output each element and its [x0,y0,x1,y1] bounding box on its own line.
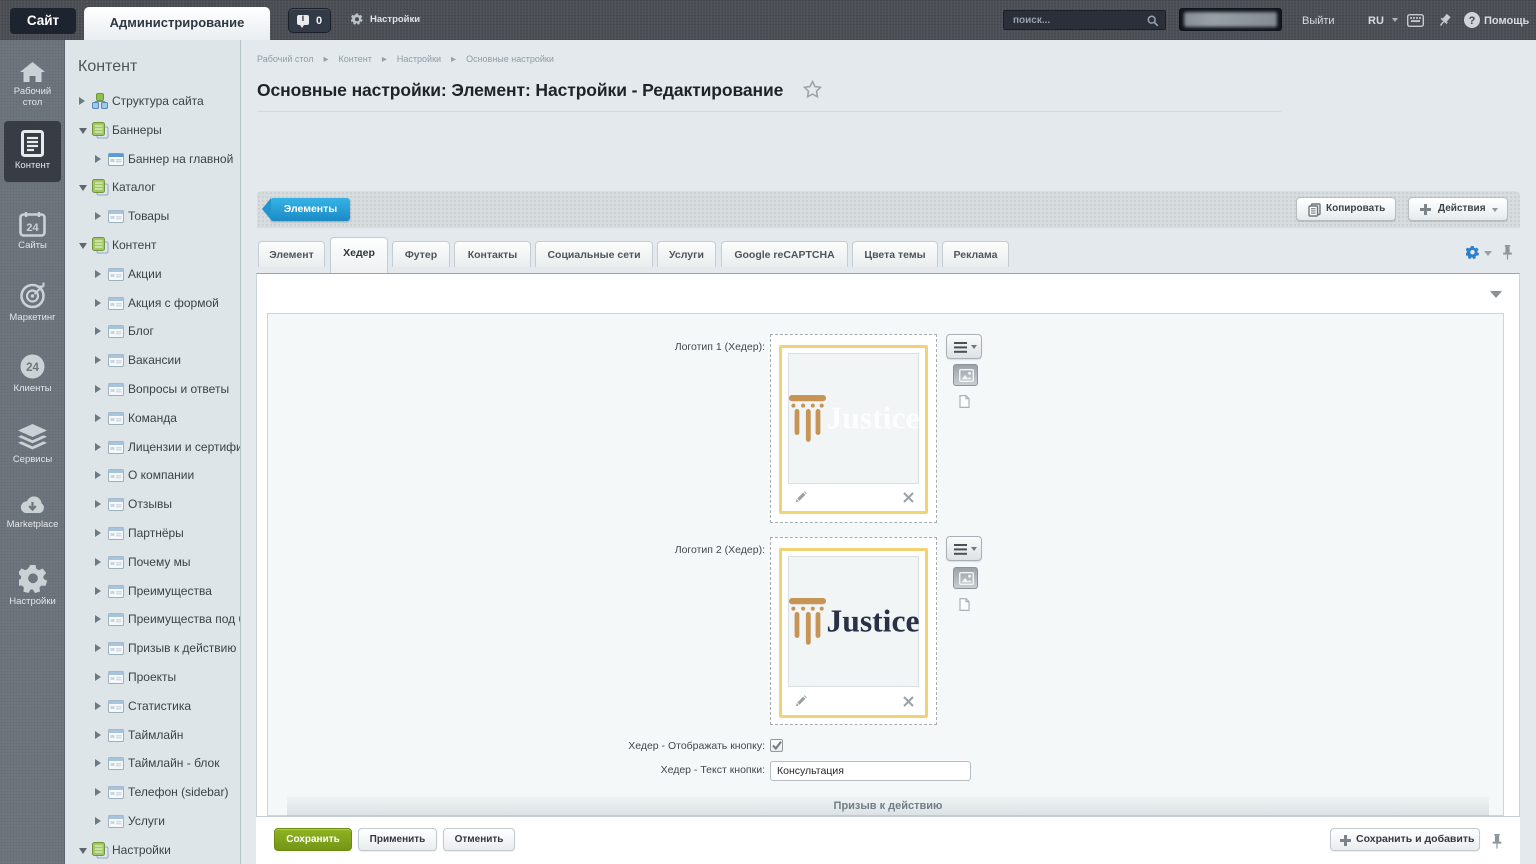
svg-text:Justice: Justice [827,603,920,639]
svg-text:?: ? [1469,15,1476,27]
svg-text:Justice: Justice [827,400,920,436]
